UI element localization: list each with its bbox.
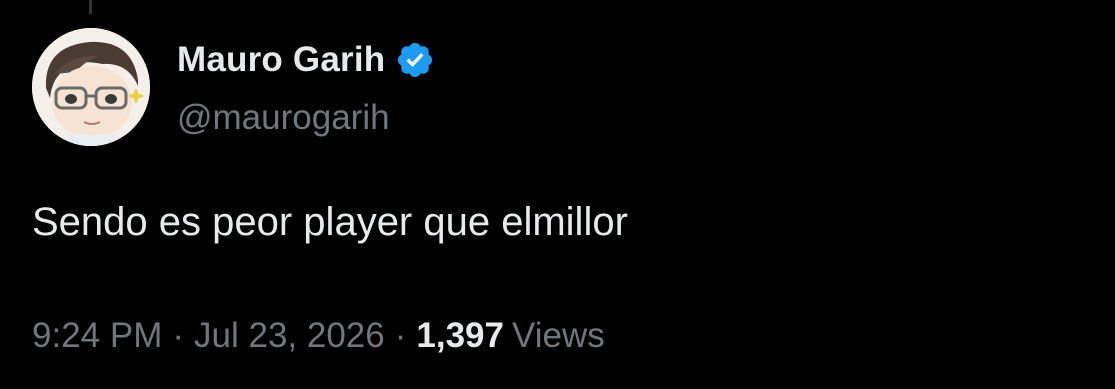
views-count: 1,397	[416, 316, 504, 355]
verified-badge-icon	[398, 42, 433, 78]
views-label: Views	[511, 316, 605, 355]
author-handle[interactable]: @maurogarih	[177, 98, 390, 138]
avatar[interactable]	[32, 28, 150, 146]
author-name-row: Mauro Garih	[177, 38, 435, 82]
tweet-text: Sendo es peor player que elmillor	[32, 200, 628, 244]
thread-connector-line	[89, 0, 92, 14]
author-display-name[interactable]: Mauro Garih	[177, 40, 385, 80]
tweet-metadata: 9:24 PM · Jul 23, 2026 · 1,397 Views	[32, 316, 605, 356]
meta-separator: ·	[394, 316, 407, 355]
tweet-time[interactable]: 9:24 PM	[32, 316, 162, 356]
tweet-card: Mauro Garih @maurogarih Sendo es peor pl…	[0, 0, 1115, 389]
avatar-image	[32, 28, 150, 146]
tweet-date[interactable]: Jul 23, 2026	[194, 316, 385, 356]
meta-separator: ·	[172, 316, 185, 355]
